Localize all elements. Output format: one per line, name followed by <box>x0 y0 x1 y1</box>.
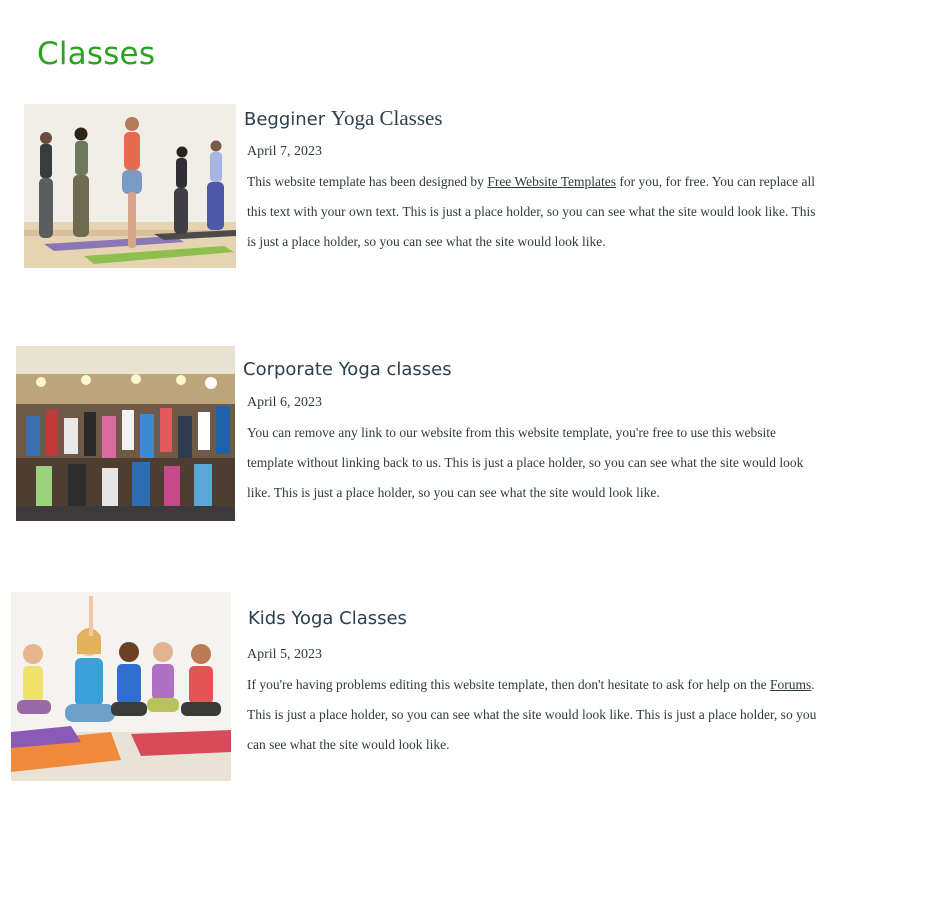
class-image-corporate[interactable] <box>16 346 235 521</box>
class-description: This website template has been designed … <box>247 167 822 257</box>
group-yoga-class-illustration <box>16 346 235 521</box>
class-date: April 5, 2023 <box>247 647 323 662</box>
class-description: If you're having problems editing this w… <box>247 670 822 760</box>
class-title-beginner: Begginer Yoga Classes <box>244 106 443 131</box>
forums-link[interactable]: Forums <box>770 677 811 692</box>
free-website-templates-link[interactable]: Free Website Templates <box>487 174 616 189</box>
class-title-corporate: Corporate Yoga classes <box>243 359 452 380</box>
class-title-kids: Kids Yoga Classes <box>248 608 407 629</box>
desc-text: This website template has been designed … <box>247 174 488 189</box>
desc-text: If you're having problems editing this w… <box>247 677 770 692</box>
class-description: You can remove any link to our website f… <box>247 425 804 500</box>
class-image-beginner[interactable] <box>24 104 236 268</box>
class-date: April 6, 2023 <box>247 395 323 410</box>
page-title: Classes <box>37 36 156 72</box>
class-image-kids[interactable] <box>11 592 231 781</box>
class-title-part-1: Begginer <box>244 109 331 130</box>
class-date: April 7, 2023 <box>247 144 323 159</box>
standing-yoga-pose-illustration <box>24 104 236 268</box>
kids-yoga-illustration <box>11 592 231 781</box>
class-title-part-2: Yoga Classes <box>330 106 443 130</box>
